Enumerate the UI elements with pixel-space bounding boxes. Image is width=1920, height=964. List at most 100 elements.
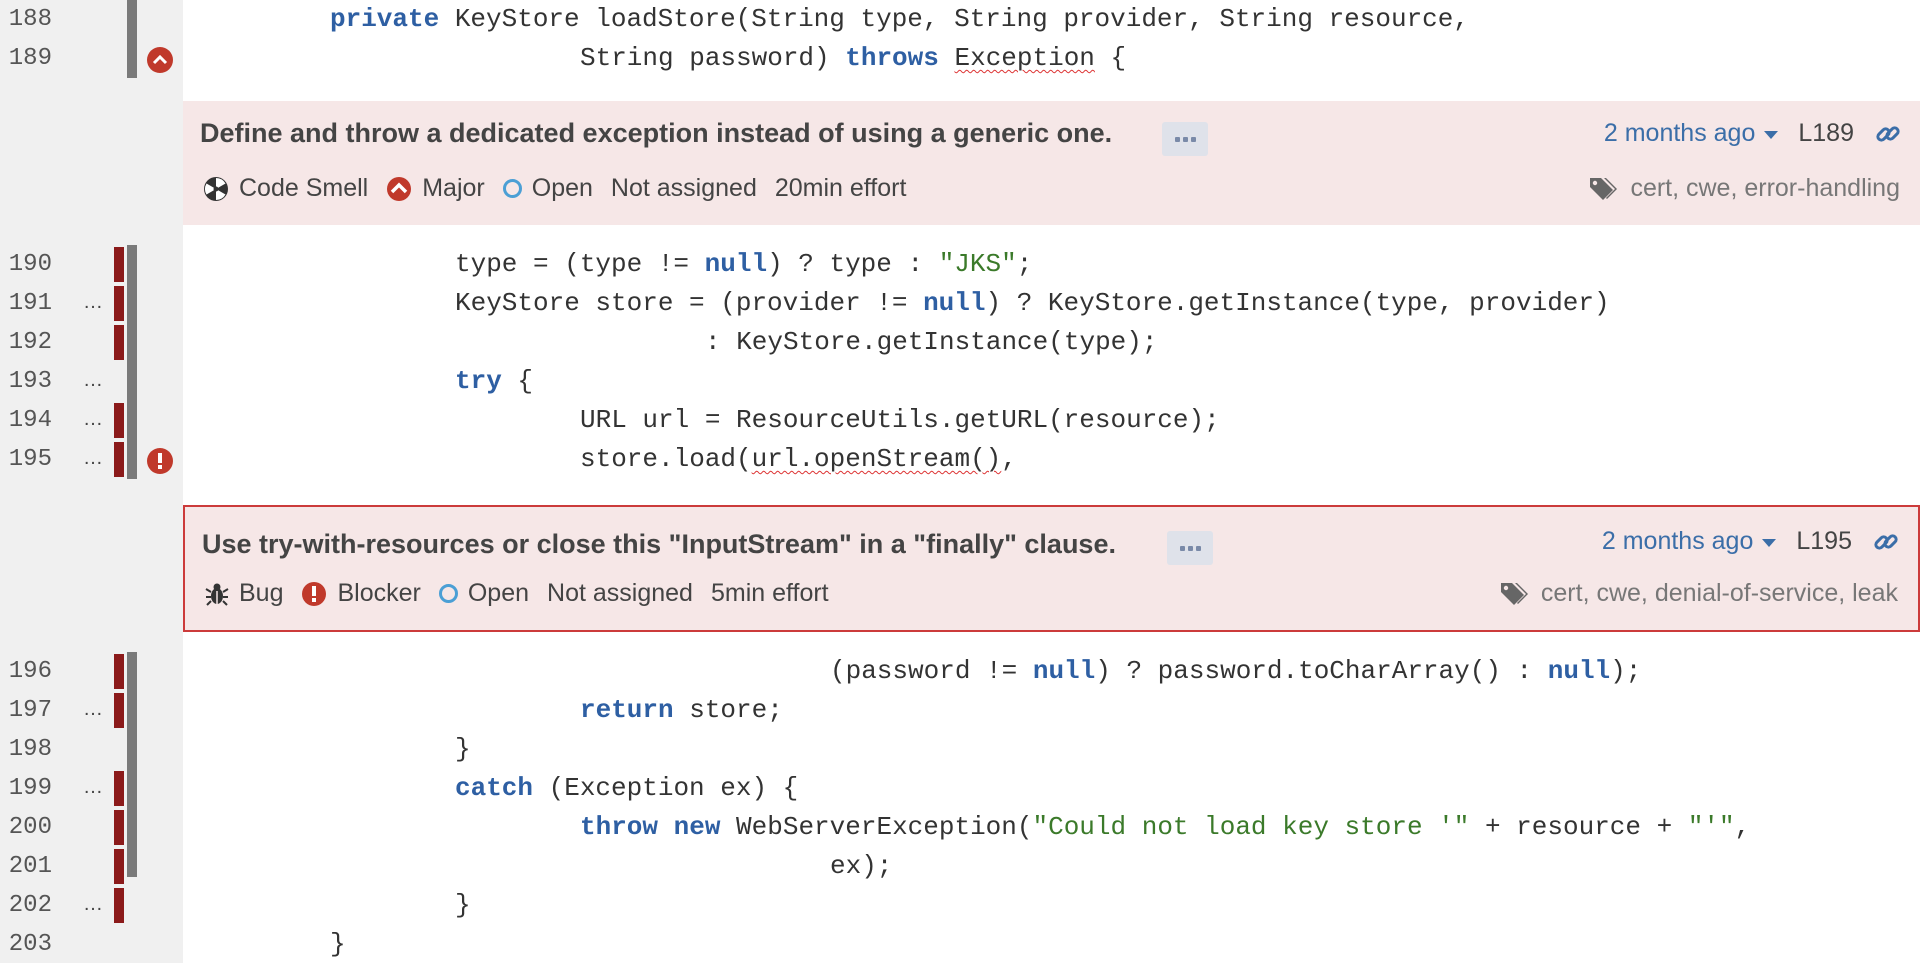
caret-down-icon (1762, 538, 1777, 547)
issue-severity[interactable]: Major (386, 174, 485, 203)
coverage-marker[interactable] (114, 888, 124, 923)
code-line-201: 201 ex); (0, 847, 1920, 886)
line-number[interactable]: 200 (0, 808, 52, 847)
line-number[interactable]: 198 (0, 730, 52, 769)
line-number[interactable]: 193 (0, 362, 52, 401)
major-severity-icon[interactable] (147, 47, 173, 73)
issue-effort[interactable]: 20min effort (775, 174, 907, 203)
coverage-marker[interactable] (114, 693, 124, 728)
line-number[interactable]: 195 (0, 440, 52, 479)
issue-assignee[interactable]: Not assigned (611, 174, 757, 203)
issue-tags[interactable]: cert, cwe, denial-of-service, leak (1499, 579, 1898, 608)
code-token: + resource + (1469, 812, 1688, 842)
coverage-marker[interactable] (114, 810, 124, 845)
issue-status[interactable]: Open (438, 579, 529, 608)
coverage-marker[interactable] (114, 849, 124, 884)
issue-card-selected[interactable]: Use try-with-resources or close this "In… (183, 505, 1920, 632)
issue-message[interactable]: Use try-with-resources or close this "In… (202, 529, 1116, 560)
code-smell-icon (203, 176, 229, 202)
duplication-marker[interactable] (127, 652, 137, 691)
coverage-marker[interactable] (114, 771, 124, 806)
line-number[interactable]: 191 (0, 284, 52, 323)
scm-blame-dots[interactable]: … (83, 886, 103, 922)
duplication-marker[interactable] (127, 245, 137, 284)
scm-blame-dots[interactable]: … (83, 769, 103, 805)
line-number[interactable]: 203 (0, 925, 52, 964)
line-number[interactable]: 197 (0, 691, 52, 730)
issue-type-label: Bug (239, 579, 284, 607)
code-line-200: 200 throw new WebServerException("Could … (0, 808, 1920, 847)
coverage-marker[interactable] (114, 654, 124, 689)
issue-message[interactable]: Define and throw a dedicated exception i… (200, 118, 1112, 149)
code-line-198: 198 } (0, 730, 1920, 769)
issue-location[interactable]: Exception (954, 43, 1094, 73)
issue-header-right: 2 months ago L189 (1604, 119, 1902, 148)
issue-type[interactable]: Bug (205, 579, 283, 608)
scm-blame-dots[interactable]: … (83, 284, 103, 320)
more-actions-button[interactable] (1162, 122, 1208, 156)
duplication-marker[interactable] (127, 401, 137, 440)
line-number[interactable]: 199 (0, 769, 52, 808)
issue-type[interactable]: Code Smell (203, 174, 368, 203)
code-line-197: 197 … return store; (0, 691, 1920, 730)
coverage-marker[interactable] (114, 403, 124, 438)
code-line-192: 192 : KeyStore.getInstance(type); (0, 323, 1920, 362)
more-actions-button[interactable] (1167, 531, 1213, 565)
line-number[interactable]: 194 (0, 401, 52, 440)
duplication-marker[interactable] (127, 440, 137, 479)
coverage-marker[interactable] (114, 442, 124, 477)
line-number[interactable]: 188 (0, 0, 52, 39)
duplication-marker[interactable] (127, 691, 137, 730)
scm-blame-dots[interactable]: … (83, 401, 103, 437)
issue-date-dropdown[interactable]: 2 months ago (1604, 119, 1779, 148)
duplication-marker[interactable] (127, 323, 137, 362)
issue-status[interactable]: Open (502, 174, 593, 203)
issue-header-right: 2 months ago L195 (1602, 527, 1900, 556)
issue-tags[interactable]: cert, cwe, error-handling (1588, 174, 1900, 203)
code-text: return store; (580, 691, 783, 730)
duplication-marker[interactable] (127, 808, 137, 847)
line-number[interactable]: 190 (0, 245, 52, 284)
coverage-marker[interactable] (114, 247, 124, 282)
duplication-marker[interactable] (127, 730, 137, 769)
keyword: null (1547, 656, 1611, 686)
line-number[interactable]: 192 (0, 323, 52, 362)
code-token: ); (1610, 656, 1642, 686)
permalink-icon[interactable] (1874, 120, 1902, 148)
code-token: (Exception ex) { (533, 773, 799, 803)
coverage-marker[interactable] (114, 286, 124, 321)
issue-effort[interactable]: 5min effort (711, 579, 829, 608)
line-number[interactable]: 202 (0, 886, 52, 925)
string-literal: "Could not load key store '" (1032, 812, 1470, 842)
line-number[interactable]: 201 (0, 847, 52, 886)
code-token: (password != (830, 656, 1033, 686)
duplication-marker[interactable] (127, 362, 137, 401)
code-token: store; (673, 695, 783, 725)
code-token: ) ? KeyStore.getInstance(type, provider) (985, 288, 1610, 318)
blocker-severity-icon[interactable] (147, 448, 173, 474)
line-number[interactable]: 196 (0, 652, 52, 691)
duplication-marker[interactable] (127, 847, 137, 877)
duplication-marker[interactable] (127, 0, 137, 39)
issue-card[interactable]: Define and throw a dedicated exception i… (183, 101, 1920, 225)
permalink-icon[interactable] (1872, 528, 1900, 556)
code-token: } (455, 734, 471, 764)
issue-date-dropdown[interactable]: 2 months ago (1602, 527, 1777, 556)
issue-location[interactable]: url.openStream() (752, 444, 1002, 474)
line-number[interactable]: 189 (0, 39, 52, 78)
issue-assignee[interactable]: Not assigned (547, 579, 693, 608)
scm-blame-dots[interactable]: … (83, 691, 103, 727)
issue-severity[interactable]: Blocker (301, 579, 421, 608)
scm-blame-dots[interactable]: … (83, 362, 103, 398)
major-severity-icon (386, 176, 412, 202)
scm-blame-dots[interactable]: … (83, 440, 103, 476)
keyword: new (673, 812, 721, 842)
coverage-marker[interactable] (114, 325, 124, 360)
duplication-marker[interactable] (127, 39, 137, 78)
code-text: (password != null) ? password.toCharArra… (830, 652, 1641, 691)
duplication-marker[interactable] (127, 284, 137, 323)
issue-status-label: Open (531, 174, 593, 202)
code-token: ; (1016, 249, 1033, 279)
duplication-marker[interactable] (127, 769, 137, 808)
